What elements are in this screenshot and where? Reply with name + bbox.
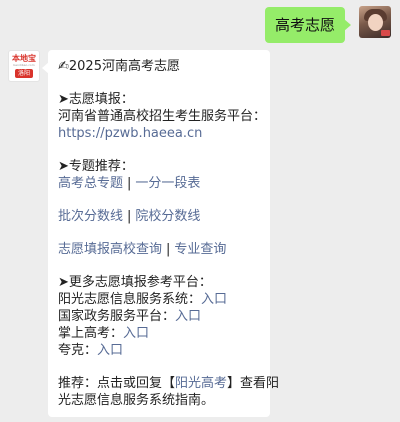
entry-link[interactable]: 入口 [97, 343, 123, 358]
more-item-label: 阳光志愿信息服务系统： [58, 292, 202, 307]
link-separator: | [127, 209, 132, 224]
link-gaokao-topic[interactable]: 高考总专题 [58, 176, 123, 191]
more-item-label: 国家政务服务平台： [58, 309, 176, 324]
more-item: 阳光志愿信息服务系统：入口 [58, 291, 260, 308]
more-item: 国家政务服务平台：入口 [58, 308, 260, 325]
topics-row-1: 高考总专题 | 一分一段表 [58, 175, 260, 192]
footer-suffix: 】查看阳 [227, 376, 280, 391]
platform-label: 河南省普通高校招生考生服务平台： [58, 109, 267, 124]
user-avatar[interactable] [359, 6, 391, 38]
bot-avatar-city: 洛阳 [15, 69, 33, 78]
entry-link[interactable]: 入口 [123, 326, 149, 341]
bot-avatar-brand: 本地宝 [12, 54, 36, 63]
more-item: 掌上高考：入口 [58, 325, 260, 342]
avatar-accessory [381, 30, 390, 36]
topics-row-2: 批次分数线 | 院校分数线 [58, 208, 260, 225]
link-batch-score-line[interactable]: 批次分数线 [58, 209, 123, 224]
entry-link[interactable]: 入口 [175, 309, 201, 324]
link-separator: | [166, 242, 171, 257]
avatar-face [368, 14, 383, 31]
platform-url-link[interactable]: https://pzwb.haeea.cn [58, 126, 202, 141]
footer-line-2: 光志愿信息服务系统指南。 [58, 393, 215, 408]
entry-link[interactable]: 入口 [201, 292, 227, 307]
keyword-link[interactable]: 阳光高考 [175, 376, 227, 391]
link-college-score-line[interactable]: 院校分数线 [135, 209, 200, 224]
more-heading: ➤更多志愿填报参考平台： [58, 275, 212, 290]
link-major-query[interactable]: 专业查询 [174, 242, 226, 257]
user-message-text: 高考志愿 [274, 16, 335, 34]
reply-title: ✍2025河南高考志愿 [58, 59, 180, 74]
more-item-label: 夸克： [58, 343, 98, 358]
fill-heading: ➤志愿填报： [58, 92, 134, 107]
link-separator: | [127, 176, 132, 191]
topics-heading: ➤专题推荐： [58, 159, 134, 174]
bot-message-bubble: ✍2025河南高考志愿 ➤志愿填报： 河南省普通高校招生考生服务平台： http… [42, 50, 279, 417]
bot-avatar-domain: bendibao.com [13, 63, 35, 67]
more-item: 夸克：入口 [58, 342, 260, 359]
user-message-bubble[interactable]: 高考志愿 [264, 7, 352, 43]
bot-avatar[interactable]: 本地宝 bendibao.com 洛阳 [8, 50, 40, 82]
footer-prefix: 推荐：点击或回复【 [58, 376, 176, 391]
link-college-query[interactable]: 志愿填报高校查询 [58, 242, 162, 257]
topics-row-3: 志愿填报高校查询 | 专业查询 [58, 241, 260, 258]
more-item-label: 掌上高考： [58, 326, 124, 341]
footer-line-1: 推荐：点击或回复【阳光高考】查看阳 [58, 375, 279, 392]
link-score-table[interactable]: 一分一段表 [135, 176, 200, 191]
